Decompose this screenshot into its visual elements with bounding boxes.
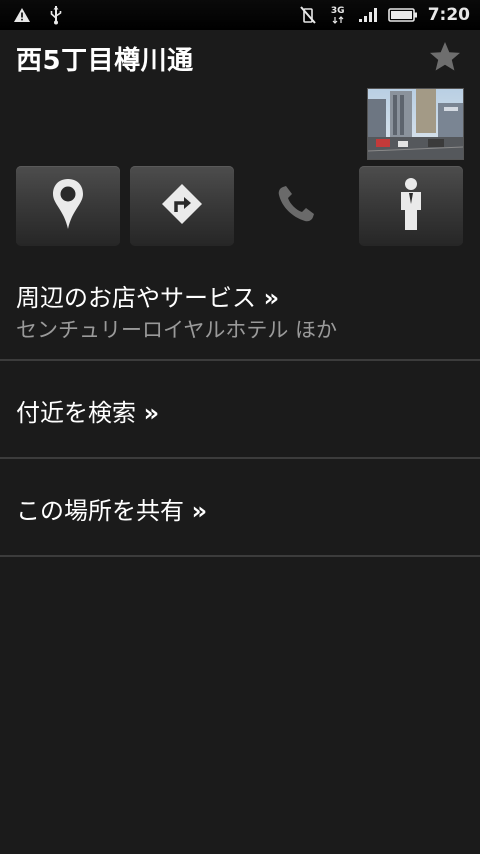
- directions-button[interactable]: [130, 166, 234, 246]
- signal-icon: [358, 5, 378, 25]
- nearby-shops-label: 周辺のお店やサービス »: [16, 278, 279, 313]
- search-nearby-label: 付近を検索 »: [16, 393, 159, 428]
- usb-icon: [46, 5, 66, 25]
- chevron-right-icon: »: [191, 497, 208, 525]
- call-button[interactable]: [244, 166, 348, 246]
- search-nearby-text: 付近を検索: [16, 399, 136, 427]
- page-title: 西5丁目樽川通: [16, 46, 194, 76]
- network-type-label: 3G: [330, 5, 345, 16]
- star-icon[interactable]: [428, 40, 462, 74]
- street-view-thumbnail[interactable]: [367, 88, 464, 160]
- battery-icon: [387, 5, 418, 25]
- list-item-share-place[interactable]: この場所を共有 »: [0, 459, 480, 555]
- status-bar: 3G 7:20: [0, 0, 480, 30]
- share-place-text: この場所を共有: [16, 497, 184, 525]
- place-header: 西5丁目樽川通: [16, 40, 464, 80]
- status-time: 7:20: [427, 5, 470, 25]
- action-buttons: [16, 166, 464, 248]
- vibrate-off-icon: [298, 5, 318, 25]
- list-item-nearby-shops[interactable]: 周辺のお店やサービス » センチュリーロイヤルホテル ほか: [0, 264, 480, 360]
- directions-icon: [160, 182, 204, 230]
- warning-icon: [12, 5, 32, 25]
- pegman-icon: [396, 176, 426, 236]
- map-pin-button[interactable]: [16, 166, 120, 246]
- phone-icon: [275, 183, 317, 229]
- chevron-right-icon: »: [143, 399, 160, 427]
- list-item-search-nearby[interactable]: 付近を検索 »: [0, 361, 480, 457]
- nearby-shops-subtitle: センチュリーロイヤルホテル ほか: [16, 318, 338, 342]
- nearby-shops-text: 周辺のお店やサービス: [16, 284, 256, 312]
- divider: [0, 555, 480, 557]
- map-pin-icon: [50, 177, 86, 235]
- street-view-button[interactable]: [359, 166, 463, 246]
- share-place-label: この場所を共有 »: [16, 491, 207, 526]
- chevron-right-icon: »: [263, 284, 280, 312]
- network-3g-icon: 3G: [328, 5, 348, 25]
